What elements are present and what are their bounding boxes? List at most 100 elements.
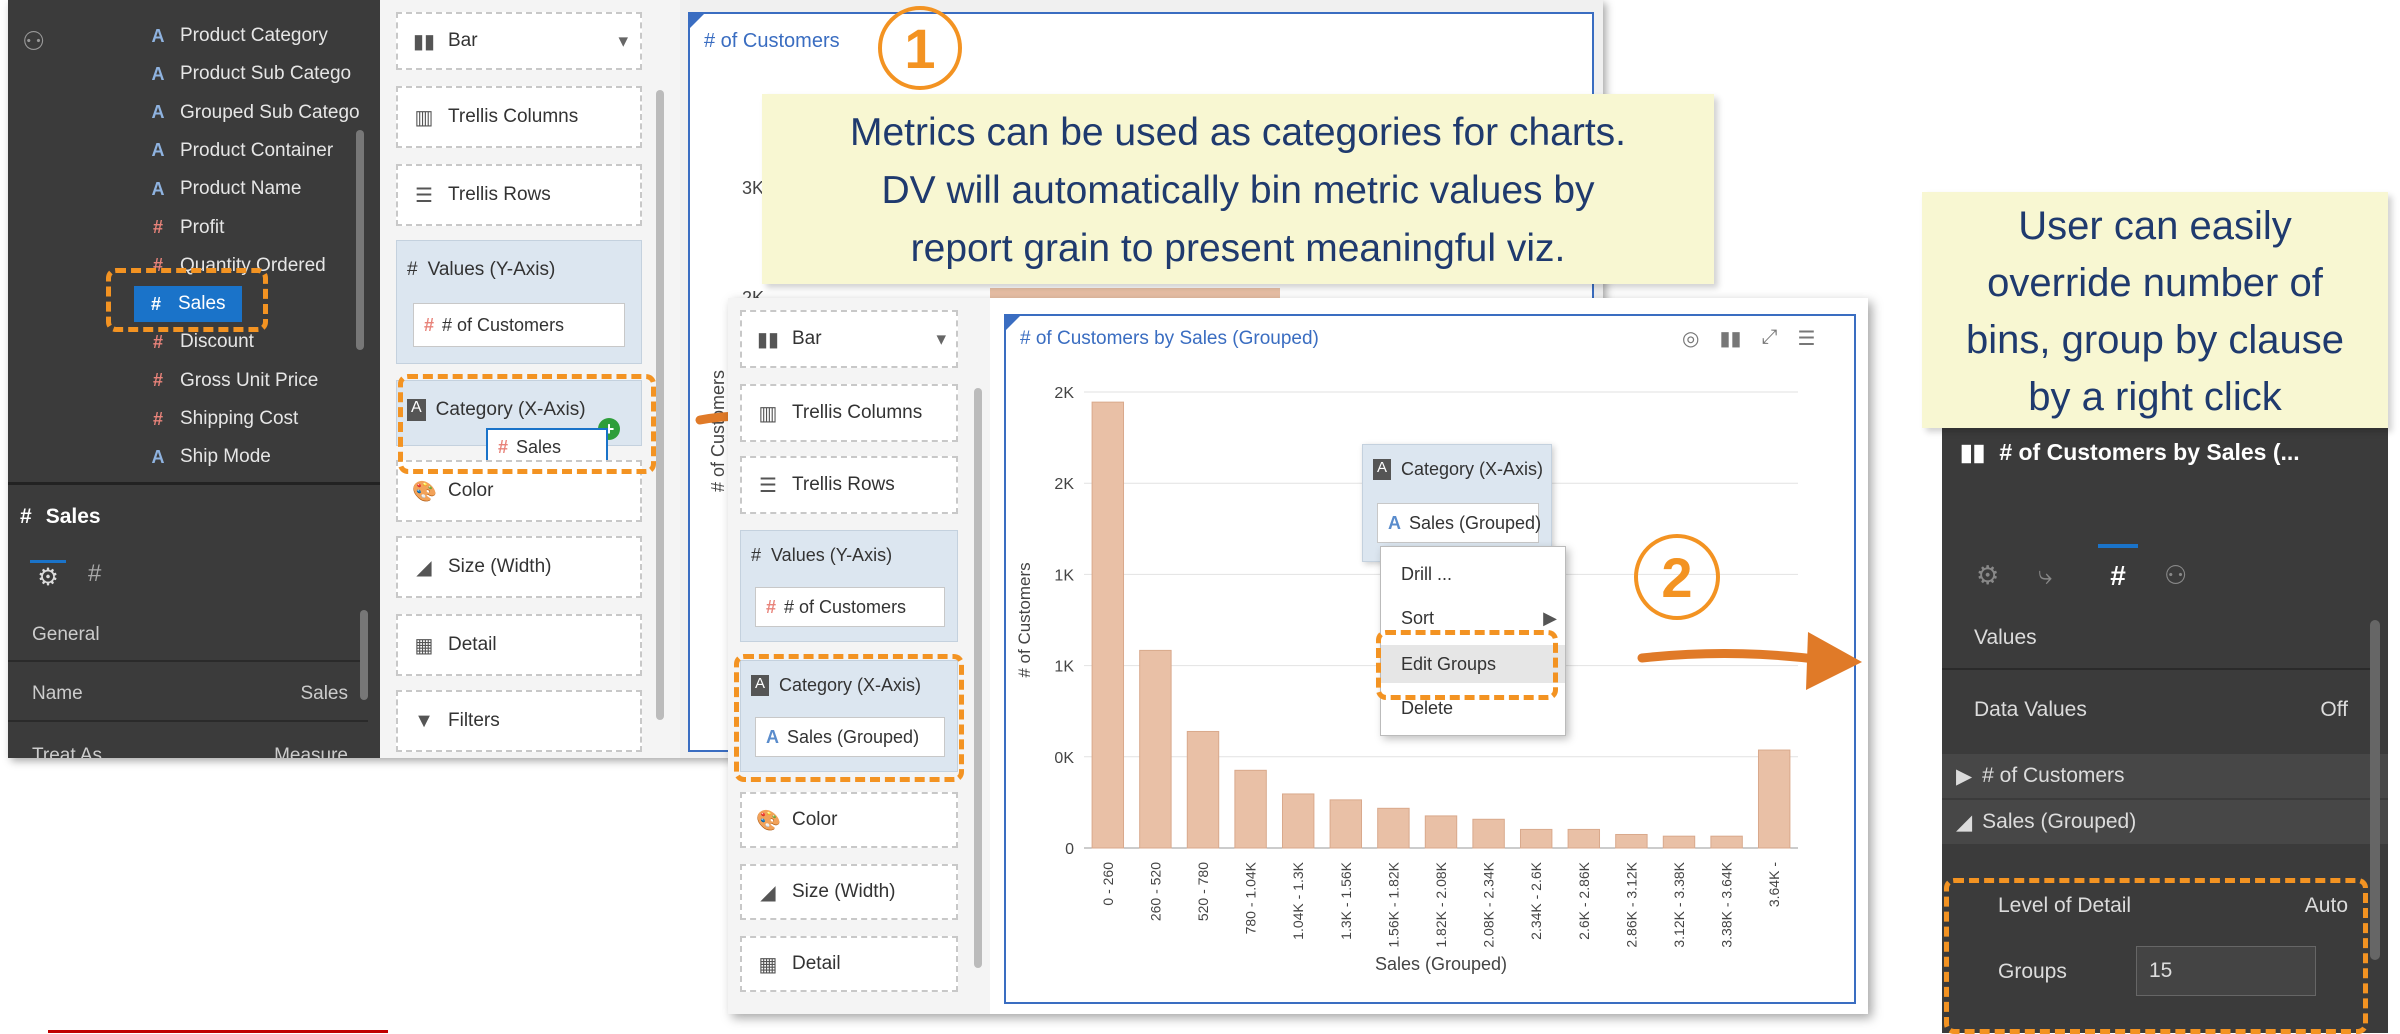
step-1-badge: 1 (878, 6, 962, 90)
column-label: Gross Unit Price (180, 369, 319, 391)
size-icon: ◢ (760, 881, 776, 904)
section-customers[interactable]: ▶ # of Customers (1942, 754, 2388, 798)
chart-type-select[interactable]: ▮▮ Bar ▾ (740, 310, 958, 368)
expand-right-icon: ▶ (1956, 764, 1973, 788)
y-tick-label: 2K (1054, 385, 1074, 402)
callout-3-line: by a right click (2028, 375, 2282, 419)
callout-1-line: DV will automatically bin metric values … (881, 169, 1595, 212)
size-drop[interactable]: ◢ Size (Width) (396, 536, 642, 598)
values-pill-label: # of Customers (442, 314, 565, 335)
bar (1091, 401, 1125, 849)
chevron-down-icon: ▾ (618, 30, 628, 52)
grammar-scrollbar[interactable] (974, 388, 982, 968)
bar (1281, 793, 1315, 849)
separator (8, 720, 368, 722)
bar (1234, 769, 1267, 849)
values-pill[interactable]: # # of Customers (755, 587, 945, 627)
column-label: Product Container (180, 139, 334, 161)
column-item[interactable]: # Profit (148, 210, 224, 246)
size-label: Size (Width) (792, 881, 896, 902)
color-drop[interactable]: 🎨 Color (740, 792, 958, 848)
menu-label: Sort (1401, 607, 1435, 628)
column-item[interactable]: A Product Container (148, 133, 334, 169)
x-tick-label: 520 - 780 (1195, 862, 1211, 921)
trellis-rows-label: Trellis Rows (448, 184, 551, 205)
props-scrollbar[interactable] (2370, 620, 2380, 960)
hash-icon: # (751, 545, 762, 565)
number-format-tab-icon[interactable]: # (88, 560, 101, 588)
detail-icon: ▦ (414, 634, 434, 657)
detail-drop[interactable]: ▦ Detail (740, 936, 958, 992)
column-item[interactable]: # Gross Unit Price (148, 363, 318, 399)
attribute-icon: A (151, 63, 165, 84)
data-values-value[interactable]: Off (2320, 698, 2348, 722)
column-item[interactable]: A Ship Mode (148, 439, 271, 475)
bar (1186, 730, 1220, 849)
measure-icon: # (152, 331, 163, 352)
attribute-icon: A (151, 446, 165, 467)
y-tick-label: 1K (1054, 659, 1074, 676)
callout-3-line: User can easily (2018, 204, 2292, 248)
column-item[interactable]: # Shipping Cost (148, 401, 298, 437)
props-header: # Sales (20, 505, 101, 529)
hash-icon: # (407, 259, 418, 280)
sales-highlight (106, 268, 268, 332)
section-sales[interactable]: ◢ Sales (Grouped) (1942, 800, 2388, 844)
viz-corner (690, 14, 704, 28)
trellis-rows-icon: ☰ (759, 474, 777, 497)
general-tab-icon[interactable]: ⚙ (1976, 560, 1999, 591)
bar (1567, 828, 1601, 849)
x-tick-label: 1.04K - 1.3K (1290, 861, 1306, 939)
column-item[interactable]: A Product Name (148, 171, 302, 207)
x-tick-label: 2.6K - 2.86K (1576, 861, 1592, 939)
values-pill[interactable]: # # of Customers (413, 303, 625, 347)
bar-chart-icon: ▮▮ (1960, 438, 1986, 465)
values-block[interactable]: # Values (Y-Axis) # # of Customers (740, 530, 958, 642)
values-tab-icon[interactable]: # (2098, 544, 2138, 592)
trellis-columns-drop[interactable]: ▥ Trellis Columns (396, 86, 642, 148)
column-item[interactable]: A Product Sub Catego (148, 56, 352, 92)
values-label: Values (Y-Axis) (427, 259, 556, 280)
bar-chart-icon: ▮▮ (412, 30, 435, 53)
general-tab-icon[interactable]: ⚙ (30, 560, 66, 592)
detail-drop[interactable]: ▦ Detail (396, 614, 642, 676)
filters-drop[interactable]: ▼ Filters (396, 690, 642, 752)
axis-tab-icon[interactable]: ⤷ (2038, 560, 2053, 592)
section-customers-label: # of Customers (1982, 764, 2125, 787)
chart-type-select[interactable]: ▮▮ Bar ▾ (396, 12, 642, 70)
name-value[interactable]: Sales (288, 683, 348, 705)
x-tick-label: 780 - 1.04K (1243, 861, 1259, 934)
trellis-rows-drop[interactable]: ☰ Trellis Rows (396, 164, 642, 226)
measure-icon: # (152, 408, 163, 429)
bar (1519, 828, 1553, 849)
scrollbar[interactable] (356, 130, 364, 350)
visualizations-icon[interactable]: ⚇ (22, 26, 56, 60)
trellis-columns-drop[interactable]: ▥ Trellis Columns (740, 384, 958, 442)
bar (1139, 649, 1172, 849)
measure-icon: # (152, 370, 163, 391)
y-tick-label: 0K (1054, 750, 1074, 767)
data-values-row[interactable]: Data Values Off (1942, 684, 2388, 736)
values-label: Values (Y-Axis) (771, 545, 893, 565)
values-pill-label: # of Customers (784, 596, 907, 617)
callout-3-line: override number of (1987, 261, 2323, 305)
detail-icon: ▦ (758, 953, 778, 976)
grammar-scrollbar[interactable] (656, 90, 664, 720)
callout-3: User can easily override number of bins,… (1922, 192, 2388, 428)
y-tick-label: 2K (1054, 476, 1074, 493)
data-values-label: Data Values (1974, 698, 2087, 721)
treat-as-value[interactable]: Measure (248, 745, 348, 758)
values-block[interactable]: # Values (Y-Axis) # # of Customers (396, 240, 642, 364)
divider (8, 482, 380, 485)
size-drop[interactable]: ◢ Size (Width) (740, 864, 958, 920)
x-tick-label: 3.64K - (1766, 862, 1782, 907)
analytics-tab-icon[interactable]: ⚇ (2164, 560, 2187, 591)
popup-pill[interactable]: A Sales (Grouped) (1377, 503, 1541, 543)
props-scrollbar[interactable] (360, 610, 368, 700)
column-item[interactable]: A Grouped Sub Catego (148, 95, 360, 131)
column-label: Grouped Sub Catego (180, 101, 360, 123)
trellis-columns-icon: ▥ (758, 402, 778, 425)
column-item[interactable]: A Product Category (148, 18, 328, 54)
menu-drill[interactable]: Drill ... (1381, 555, 1565, 593)
trellis-rows-drop[interactable]: ☰ Trellis Rows (740, 456, 958, 514)
